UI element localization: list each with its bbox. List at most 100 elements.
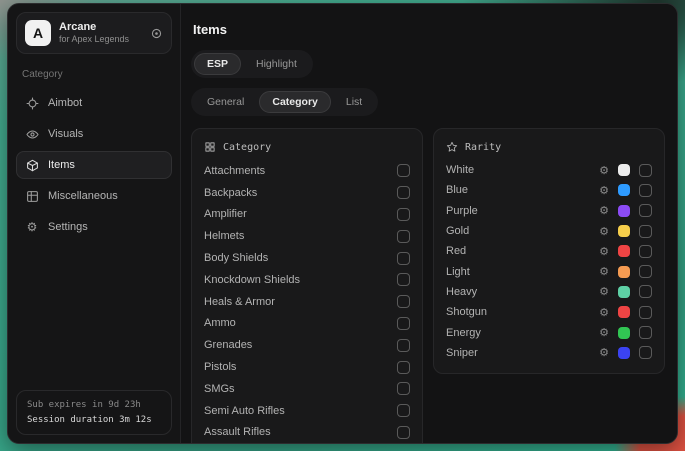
tab-esp[interactable]: ESP (194, 53, 241, 75)
gear-icon[interactable]: ⚙ (599, 185, 609, 196)
color-swatch[interactable] (618, 164, 630, 176)
checkbox[interactable] (639, 265, 652, 278)
color-swatch[interactable] (618, 266, 630, 278)
gear-icon[interactable]: ⚙ (599, 165, 609, 176)
checkbox[interactable] (397, 404, 410, 417)
color-swatch[interactable] (618, 225, 630, 237)
category-row: Semi Auto Rifles (204, 400, 410, 422)
rarity-list: White ⚙ Blue ⚙ Purple ⚙ Gold ⚙ Red ⚙ (446, 160, 652, 363)
rarity-panel: Rarity White ⚙ Blue ⚙ Purple ⚙ Gold ⚙ (433, 128, 665, 374)
gear-icon[interactable]: ⚙ (599, 307, 609, 318)
sidebar-item-label: Items (48, 159, 75, 171)
sidebar-nav: Aimbot Visuals Items Miscellaneous ⚙ Set… (16, 89, 172, 244)
rarity-row: Shotgun ⚙ (446, 302, 652, 322)
gear-icon[interactable]: ⚙ (599, 327, 609, 338)
color-swatch[interactable] (618, 184, 630, 196)
rarity-row: Red ⚙ (446, 241, 652, 261)
sidebar-item-items[interactable]: Items (16, 151, 172, 179)
rarity-panel-title: Rarity (465, 142, 501, 153)
main-content: Items ESPHighlight GeneralCategoryList C… (181, 4, 677, 443)
rarity-row: Sniper ⚙ (446, 343, 652, 363)
mode-tabs: ESPHighlight (191, 50, 313, 78)
checkbox[interactable] (639, 306, 652, 319)
sidebar-section-label: Category (22, 69, 166, 80)
color-swatch[interactable] (618, 347, 630, 359)
category-row-label: Attachments (204, 165, 265, 177)
checkbox[interactable] (397, 317, 410, 330)
color-swatch[interactable] (618, 286, 630, 298)
checkbox[interactable] (397, 252, 410, 265)
gear-icon[interactable]: ⚙ (599, 347, 609, 358)
checkbox[interactable] (397, 295, 410, 308)
category-row-label: Knockdown Shields (204, 274, 300, 286)
gear-icon[interactable]: ⚙ (599, 286, 609, 297)
sidebar: A Arcane for Apex Legends Category Aimbo… (8, 4, 181, 443)
rarity-row: Heavy ⚙ (446, 282, 652, 302)
sidebar-item-miscellaneous[interactable]: Miscellaneous (16, 182, 172, 210)
sidebar-item-settings[interactable]: ⚙ Settings (16, 213, 172, 241)
rarity-row: Blue ⚙ (446, 180, 652, 200)
checkbox[interactable] (639, 285, 652, 298)
sidebar-item-label: Visuals (48, 128, 83, 140)
app-subtitle: for Apex Legends (59, 34, 129, 45)
rarity-row-label: Heavy (446, 286, 477, 298)
checkbox[interactable] (639, 326, 652, 339)
checkbox[interactable] (639, 184, 652, 197)
gear-icon[interactable]: ⚙ (599, 226, 609, 237)
checkbox[interactable] (639, 204, 652, 217)
rarity-row-label: Light (446, 266, 470, 278)
checkbox[interactable] (397, 273, 410, 286)
category-row-label: Assault Rifles (204, 426, 271, 438)
color-swatch[interactable] (618, 205, 630, 217)
category-row-label: Backpacks (204, 187, 257, 199)
rarity-row-label: Blue (446, 184, 468, 196)
gear-icon[interactable]: ⚙ (599, 205, 609, 216)
checkbox[interactable] (397, 186, 410, 199)
category-panel: Category Attachments Backpacks Amplifier… (191, 128, 423, 443)
gear-icon[interactable]: ⚙ (599, 246, 609, 257)
grid-squares-icon (204, 141, 216, 153)
category-row-label: Semi Auto Rifles (204, 405, 285, 417)
rarity-row-label: White (446, 164, 474, 176)
gear-icon[interactable]: ⚙ (599, 266, 609, 277)
checkbox[interactable] (397, 426, 410, 439)
checkbox[interactable] (639, 346, 652, 359)
checkbox[interactable] (397, 230, 410, 243)
category-row: SMGs (204, 378, 410, 400)
color-swatch[interactable] (618, 306, 630, 318)
checkbox[interactable] (639, 225, 652, 238)
sidebar-item-aimbot[interactable]: Aimbot (16, 89, 172, 117)
category-row-label: Grenades (204, 339, 252, 351)
sidebar-item-label: Settings (48, 221, 88, 233)
category-row: Grenades (204, 334, 410, 356)
rarity-panel-header: Rarity (446, 137, 652, 160)
checkbox[interactable] (397, 382, 410, 395)
tab-list[interactable]: List (333, 91, 375, 113)
tab-highlight[interactable]: Highlight (243, 53, 310, 75)
subscription-info-card: Sub expires in 9d 23h Session duration 3… (16, 390, 172, 435)
checkbox[interactable] (639, 245, 652, 258)
rarity-row-label: Sniper (446, 347, 478, 359)
sidebar-item-visuals[interactable]: Visuals (16, 120, 172, 148)
tab-category[interactable]: Category (259, 91, 331, 113)
category-list: Attachments Backpacks Amplifier Helmets … (204, 160, 410, 443)
category-row: Backpacks (204, 182, 410, 204)
color-swatch[interactable] (618, 245, 630, 257)
checkbox[interactable] (397, 208, 410, 221)
tab-general[interactable]: General (194, 91, 257, 113)
category-row: Pistols (204, 356, 410, 378)
category-row: Assault Rifles (204, 422, 410, 443)
rarity-row: White ⚙ (446, 160, 652, 180)
checkbox[interactable] (397, 339, 410, 352)
rarity-row-label: Energy (446, 327, 481, 339)
category-row: Heals & Armor (204, 291, 410, 313)
app-window: A Arcane for Apex Legends Category Aimbo… (7, 3, 678, 444)
app-header-card: A Arcane for Apex Legends (16, 12, 172, 54)
view-tabs: GeneralCategoryList (191, 88, 378, 116)
target-gear-icon[interactable] (150, 27, 163, 40)
checkbox[interactable] (397, 164, 410, 177)
checkbox[interactable] (639, 164, 652, 177)
sub-expiry-text: Sub expires in 9d 23h (27, 398, 161, 412)
checkbox[interactable] (397, 361, 410, 374)
color-swatch[interactable] (618, 327, 630, 339)
